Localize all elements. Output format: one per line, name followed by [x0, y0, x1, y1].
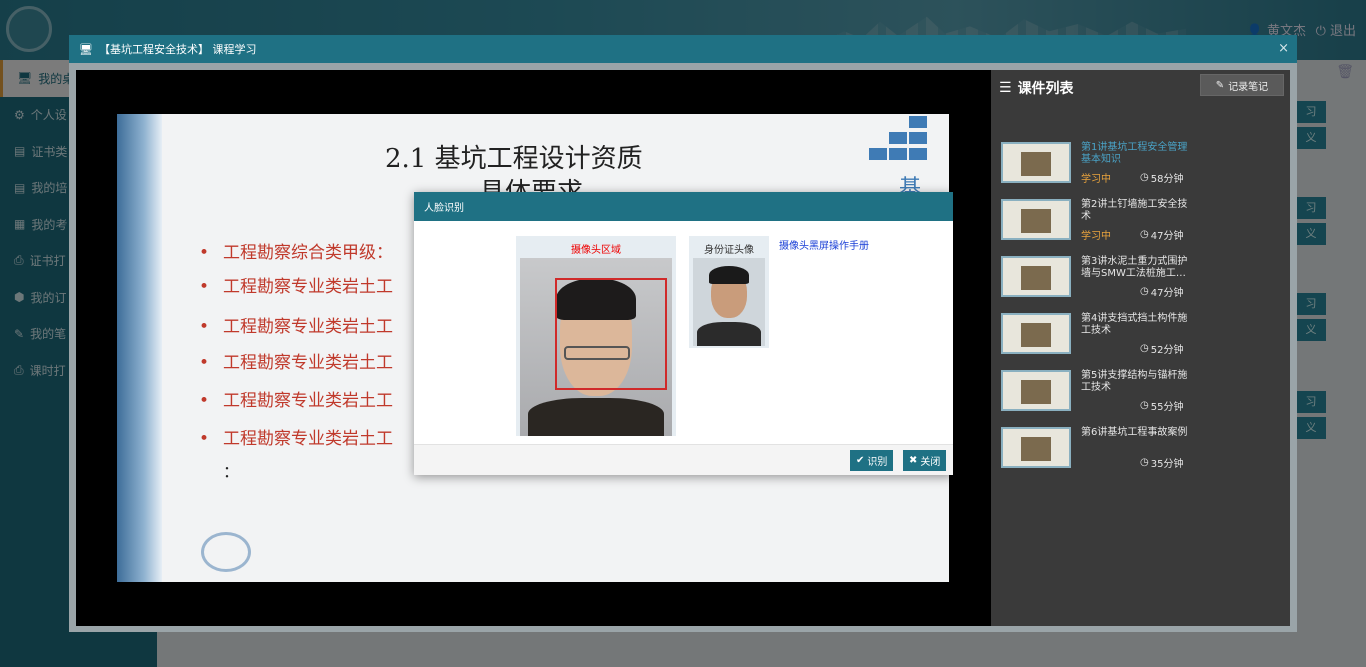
monitor-icon: 🖥: [79, 42, 93, 56]
recognize-label: 识别: [867, 457, 888, 468]
clock-icon: ◷: [1140, 343, 1149, 354]
lesson-duration: ◷ 47分钟: [1140, 227, 1183, 242]
lesson-thumbnail: [1001, 427, 1071, 468]
face-dialog-header: 人脸识别: [414, 192, 953, 221]
face-recognition-dialog: 人脸识别 摄像头区域 身份证头像 摄像头黑屏操作手册 ✔ 识别 ✖ 关闭: [414, 192, 953, 475]
close-icon: ✖: [909, 455, 918, 466]
face-dialog-title: 人脸识别: [424, 203, 464, 214]
lesson-title: 第4讲支挡式挡土构件施工技术: [1081, 313, 1188, 336]
slide-footer-logo: [201, 532, 251, 572]
course-list-panel: ☰ 课件列表 ✎ 记录笔记 第1讲基坑工程安全管理基本知识 学习中 ◷ 58分钟 第2讲…: [991, 70, 1290, 626]
id-photo-label: 身份证头像: [704, 245, 754, 256]
lesson-duration-text: 47分钟: [1150, 231, 1184, 242]
camera-feed: [520, 258, 672, 436]
lesson-duration-text: 58分钟: [1150, 174, 1184, 185]
lesson-title: 第3讲水泥土重力式围护墙与SMW工法桩施工…: [1081, 256, 1188, 279]
lesson-thumbnail: [1001, 313, 1071, 354]
camera-area-label: 摄像头区域: [571, 245, 621, 256]
face-detection-box: [555, 278, 667, 390]
slide-side-band: [117, 114, 162, 582]
lesson-item[interactable]: 第5讲支撑结构与锚杆施工技术 ◷ 55分钟: [1001, 370, 1281, 414]
lesson-title: 第1讲基坑工程安全管理基本知识: [1081, 142, 1188, 165]
clock-icon: ◷: [1140, 172, 1149, 183]
lesson-duration-text: 55分钟: [1150, 402, 1184, 413]
slide-bullet: 工程勘察综合类甲级：: [199, 238, 393, 263]
slide-bullet: 工程勘察专业类岩土工: [199, 312, 393, 337]
slide-bullet: 工程勘察专业类岩土工: [199, 348, 393, 373]
lesson-title: 第6讲基坑工程事故案例: [1081, 427, 1188, 438]
slide-title: 2.1 基坑工程设计资质: [385, 144, 643, 174]
clock-icon: ◷: [1140, 286, 1149, 297]
lesson-item[interactable]: 第6讲基坑工程事故案例 ◷ 35分钟: [1001, 427, 1281, 471]
check-icon: ✔: [856, 455, 865, 466]
camera-manual-link[interactable]: 摄像头黑屏操作手册: [779, 237, 869, 252]
lesson-duration: ◷ 58分钟: [1140, 170, 1183, 185]
course-list-title: 课件列表: [1017, 81, 1074, 97]
lesson-duration-text: 35分钟: [1150, 459, 1184, 470]
lesson-duration-text: 52分钟: [1150, 345, 1184, 356]
id-subject-hair: [709, 266, 749, 284]
lesson-duration-text: 47分钟: [1150, 288, 1184, 299]
lesson-status: 学习中: [1081, 231, 1111, 242]
camera-subject-body: [528, 398, 664, 436]
id-photo: [693, 258, 765, 346]
clock-icon: ◷: [1140, 457, 1149, 468]
lesson-item[interactable]: 第2讲土钉墙施工安全技术学习中 ◷ 47分钟: [1001, 199, 1281, 243]
course-window-title: 【基坑工程安全技术】 课程学习: [98, 43, 257, 56]
clock-icon: ◷: [1140, 229, 1149, 240]
lesson-thumbnail: [1001, 370, 1071, 411]
close-dialog-label: 关闭: [920, 457, 941, 468]
lesson-duration: ◷ 35分钟: [1140, 455, 1183, 470]
edit-icon: ✎: [1215, 79, 1225, 91]
course-window-header: 🖥 【基坑工程安全技术】 课程学习: [69, 35, 1297, 63]
record-note-label: 记录笔记: [1228, 81, 1269, 93]
trash-icon[interactable]: 🗑: [1336, 64, 1354, 80]
id-photo-area: 身份证头像: [689, 236, 769, 348]
lesson-title: 第2讲土钉墙施工安全技术: [1081, 199, 1188, 222]
close-dialog-button[interactable]: ✖ 关闭: [903, 450, 947, 471]
slide-bullet: 工程勘察专业类岩土工: [199, 272, 393, 297]
camera-area: 摄像头区域: [516, 236, 676, 436]
record-note-button[interactable]: ✎ 记录笔记: [1200, 74, 1284, 96]
lesson-duration: ◷ 52分钟: [1140, 341, 1183, 356]
lesson-thumbnail: [1001, 199, 1071, 240]
course-list-heading: ☰ 课件列表: [999, 78, 1074, 98]
lesson-item[interactable]: 第4讲支挡式挡土构件施工技术 ◷ 52分钟: [1001, 313, 1281, 357]
lesson-duration: ◷ 47分钟: [1140, 284, 1183, 299]
lesson-item[interactable]: 第3讲水泥土重力式围护墙与SMW工法桩施工… ◷ 47分钟: [1001, 256, 1281, 300]
slide-bullet: 工程勘察专业类岩土工: [199, 386, 393, 411]
lesson-thumbnail: [1001, 142, 1071, 183]
clock-icon: ◷: [1140, 400, 1149, 411]
slide-bullet: 工程勘察专业类岩土工: [199, 424, 393, 449]
close-window-button[interactable]: ×: [1278, 41, 1289, 56]
id-subject-body: [697, 322, 761, 346]
lesson-thumbnail: [1001, 256, 1071, 297]
face-dialog-footer: ✔ 识别 ✖ 关闭: [414, 444, 953, 475]
slide-colon: ：: [223, 462, 240, 481]
lesson-status: 学习中: [1081, 174, 1111, 185]
lesson-item[interactable]: 第1讲基坑工程安全管理基本知识学习中 ◷ 58分钟: [1001, 142, 1281, 186]
recognize-button[interactable]: ✔ 识别: [850, 450, 894, 471]
lesson-duration: ◷ 55分钟: [1140, 398, 1183, 413]
lesson-title: 第5讲支撑结构与锚杆施工技术: [1081, 370, 1188, 393]
list-icon: ☰: [999, 80, 1012, 96]
